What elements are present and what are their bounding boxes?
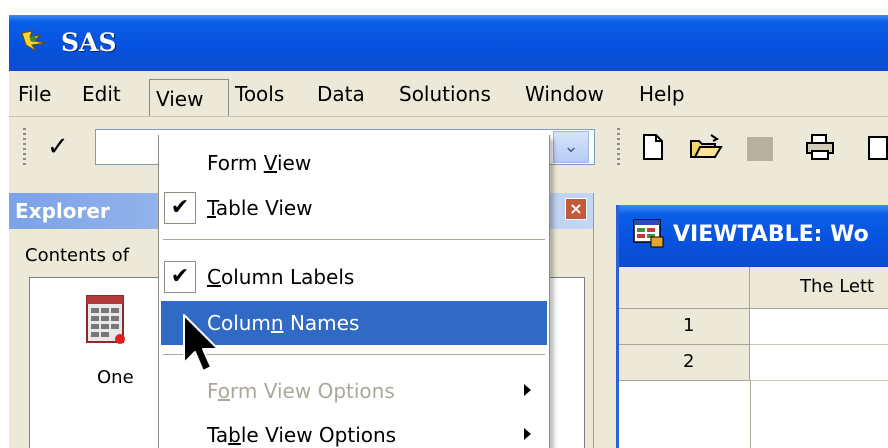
toolbar-grip[interactable] [23, 128, 26, 166]
column-header[interactable]: The Lett [750, 267, 888, 309]
menu-item-column-labels[interactable]: ✔ Column Labels [161, 255, 547, 299]
viewtable-title-bar[interactable]: VIEWTABLE: Wo [619, 205, 888, 267]
row-header[interactable]: 1 [619, 309, 750, 345]
empty-row-area [619, 381, 751, 448]
title-bar[interactable]: SAS [9, 15, 888, 71]
print-preview-icon[interactable] [867, 133, 888, 165]
toolbar-grip[interactable] [617, 128, 620, 166]
corner-cell [619, 267, 750, 309]
print-icon[interactable] [804, 133, 836, 165]
table-cell[interactable] [750, 345, 888, 381]
save-disabled-icon[interactable] [747, 137, 773, 165]
menu-item-form-view[interactable]: Form View [161, 141, 547, 185]
mouse-pointer-icon [182, 313, 222, 381]
menu-view[interactable]: View [149, 79, 229, 116]
menu-separator [163, 239, 545, 240]
window-title: SAS [61, 28, 117, 57]
submenu-arrow-icon [524, 384, 531, 396]
submenu-arrow-icon [524, 428, 531, 440]
viewtable-icon [633, 219, 665, 253]
menu-item-table-view[interactable]: ✔ Table View [161, 186, 547, 230]
menu-bar: File Edit View Tools Data Solutions Wind… [9, 71, 888, 117]
sas-window: SAS File Edit View Tools Data Solutions … [9, 15, 888, 448]
menu-window[interactable]: Window [519, 79, 610, 109]
command-history-dropdown[interactable]: ⌄ [553, 131, 589, 163]
close-icon[interactable]: × [565, 198, 587, 220]
row-header[interactable]: 2 [619, 345, 750, 381]
menu-tools[interactable]: Tools [229, 79, 290, 109]
viewtable-title: VIEWTABLE: Wo [673, 222, 869, 247]
explorer-title: Explorer [15, 199, 110, 223]
new-document-icon[interactable] [641, 133, 665, 165]
checkmark-icon: ✔ [164, 192, 196, 224]
contents-label: Contents of [25, 245, 130, 266]
submit-check-button[interactable]: ✓ [47, 129, 69, 165]
viewtable-window: VIEWTABLE: Wo The Lett 1 2 [616, 205, 888, 448]
menu-data[interactable]: Data [311, 79, 371, 109]
sas-logo-icon [20, 29, 48, 57]
open-folder-icon[interactable] [689, 133, 723, 165]
checkmark-icon: ✔ [164, 261, 196, 293]
library-item-label[interactable]: One [97, 367, 134, 388]
menu-solutions[interactable]: Solutions [393, 79, 497, 109]
menu-item-table-view-options[interactable]: Table View Options [161, 413, 547, 448]
view-menu-dropdown: Form View ✔ Table View ✔ Column Labels C… [158, 135, 550, 448]
menu-edit[interactable]: Edit [76, 79, 127, 109]
table-cell[interactable] [750, 309, 888, 345]
library-table-icon[interactable] [86, 295, 130, 353]
chevron-down-icon: ⌄ [563, 136, 579, 157]
menu-help[interactable]: Help [633, 79, 691, 109]
menu-file[interactable]: File [12, 79, 57, 109]
